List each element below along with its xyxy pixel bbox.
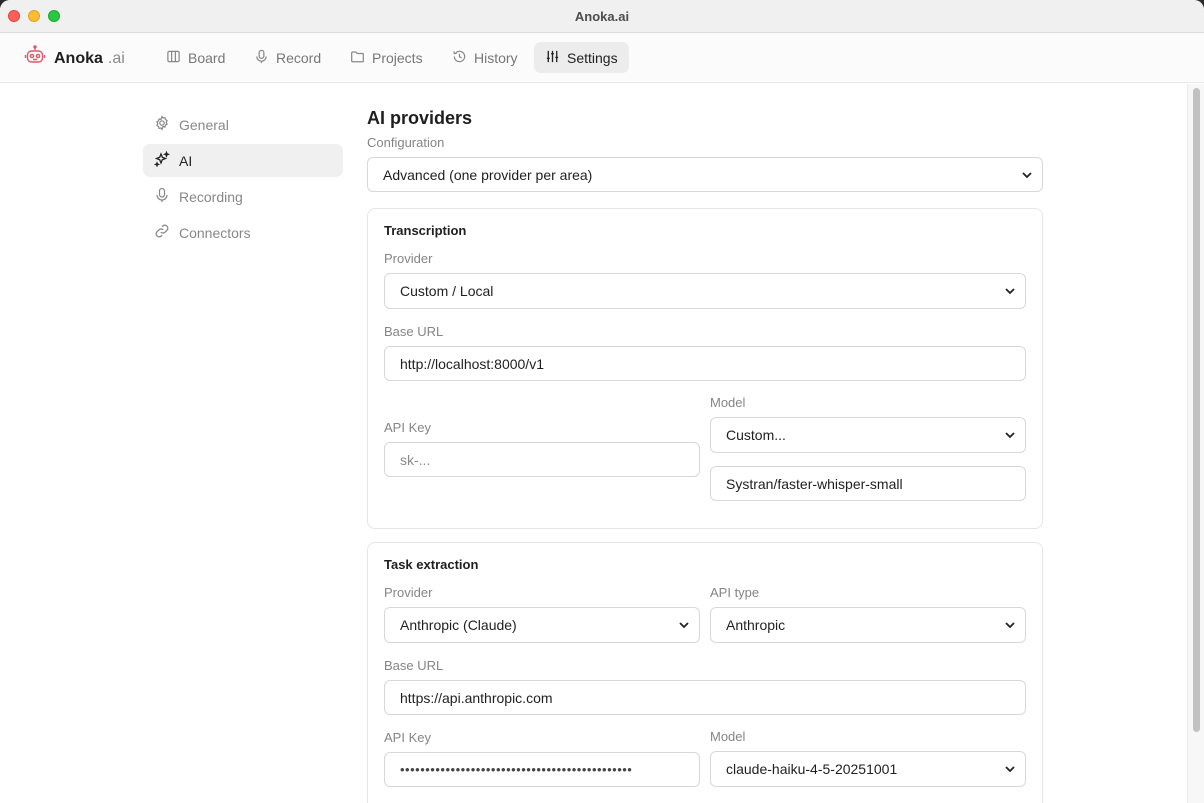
configuration-select[interactable]: Advanced (one provider per area) [367, 157, 1043, 192]
app-window: Anoka.ai Anoka .ai Board Record Projects… [0, 0, 1204, 803]
task-provider-select[interactable]: Anthropic (Claude) [384, 607, 700, 643]
task-model-select[interactable]: claude-haiku-4-5-20251001 [710, 751, 1026, 787]
task-base-url-input[interactable]: https://api.anthropic.com [384, 680, 1026, 715]
title-bar: Anoka.ai [0, 0, 1204, 33]
history-icon [452, 49, 467, 67]
sidebar-item-label: Connectors [179, 224, 251, 241]
sidebar-item-ai[interactable]: AI [143, 144, 343, 177]
brand[interactable]: Anoka .ai [24, 45, 125, 72]
microphone-icon [154, 187, 170, 206]
chevron-down-icon [1005, 288, 1015, 295]
board-icon [166, 49, 181, 67]
transcription-base-url-input[interactable]: http://localhost:8000/v1 [384, 346, 1026, 381]
task-base-url-label: Base URL [384, 658, 444, 673]
vertical-scrollbar[interactable] [1187, 84, 1204, 803]
transcription-provider-label: Provider [384, 251, 433, 266]
sidebar-item-label: General [179, 116, 229, 133]
task-provider-label: Provider [384, 585, 433, 600]
configuration-label: Configuration [367, 135, 445, 150]
folder-icon [350, 49, 365, 67]
page-title: AI providers [367, 108, 473, 128]
transcription-provider-value: Custom / Local [400, 283, 494, 299]
nav-tab-history[interactable]: History [441, 42, 529, 73]
microphone-icon [254, 49, 269, 67]
nav-tab-label: Projects [372, 49, 423, 66]
transcription-api-key-label: API Key [384, 420, 431, 435]
task-api-key-input[interactable]: ••••••••••••••••••••••••••••••••••••••••… [384, 752, 700, 787]
nav-tab-record[interactable]: Record [243, 42, 332, 73]
transcription-model-label: Model [710, 395, 746, 410]
sidebar-item-recording[interactable]: Recording [143, 180, 343, 213]
chevron-down-icon [1005, 622, 1015, 629]
brand-suffix: .ai [107, 49, 125, 67]
nav-tab-projects[interactable]: Projects [339, 42, 434, 73]
sidebar-item-connectors[interactable]: Connectors [143, 216, 343, 249]
chevron-down-icon [679, 622, 689, 629]
task-model-value: claude-haiku-4-5-20251001 [726, 761, 898, 777]
task-api-type-select[interactable]: Anthropic [710, 607, 1026, 643]
task-api-key-label: API Key [384, 730, 431, 745]
brand-name: Anoka [54, 49, 103, 67]
sidebar-item-general[interactable]: General [143, 108, 343, 141]
configuration-value: Advanced (one provider per area) [383, 166, 593, 183]
nav-tab-label: Record [276, 49, 322, 66]
chevron-down-icon [1022, 172, 1032, 179]
link-icon [154, 223, 170, 242]
transcription-custom-model-input[interactable]: Systran/faster-whisper-small [710, 466, 1026, 501]
top-navigation: Anoka .ai Board Record Projects History … [0, 33, 1204, 83]
nav-tab-label: Settings [567, 49, 618, 66]
task-provider-value: Anthropic (Claude) [400, 617, 517, 633]
transcription-model-select[interactable]: Custom... [710, 417, 1026, 453]
sparkle-icon [153, 150, 171, 170]
nav-tab-settings[interactable]: Settings [534, 42, 629, 73]
sidebar-item-label: AI [179, 152, 193, 169]
chevron-down-icon [1005, 432, 1015, 439]
robot-logo-icon [24, 45, 46, 72]
transcription-api-key-input[interactable]: sk-... [384, 442, 700, 477]
sidebar-item-label: Recording [179, 188, 243, 205]
sliders-icon [545, 49, 560, 67]
window-title: Anoka.ai [574, 9, 630, 24]
transcription-title: Transcription [384, 223, 467, 238]
gear-icon [154, 115, 170, 134]
chevron-down-icon [1005, 766, 1015, 773]
transcription-base-url-label: Base URL [384, 324, 444, 339]
task-model-label: Model [710, 729, 746, 744]
nav-tab-board[interactable]: Board [155, 42, 236, 73]
transcription-model-value: Custom... [726, 427, 786, 443]
task-extraction-title: Task extraction [384, 557, 479, 572]
task-api-type-value: Anthropic [726, 617, 786, 633]
nav-tab-label: Board [188, 49, 226, 66]
nav-tab-label: History [474, 49, 518, 66]
task-api-type-label: API type [710, 585, 760, 600]
transcription-provider-select[interactable]: Custom / Local [384, 273, 1026, 309]
scrollbar-thumb[interactable] [1193, 88, 1200, 732]
